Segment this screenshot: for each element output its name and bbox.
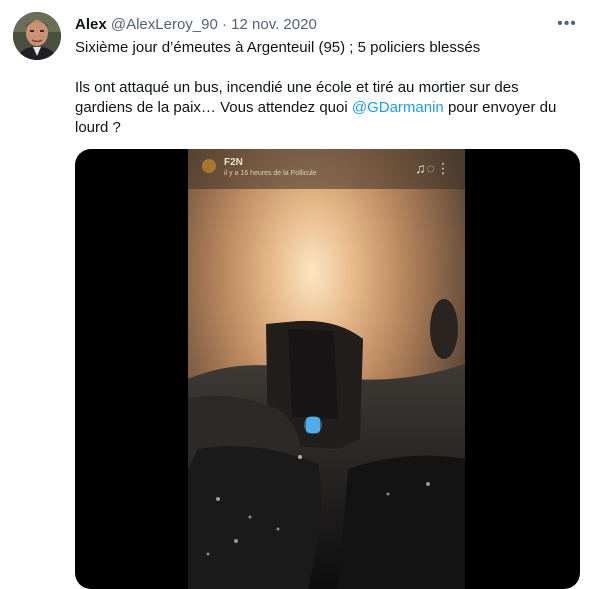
story-overlay: F2N il y a 16 heures de la Pollicule ♫◌⋮ — [188, 155, 465, 185]
avatar-image — [13, 12, 61, 60]
video-media[interactable]: F2N il y a 16 heures de la Pollicule ♫◌⋮ — [75, 149, 580, 589]
separator-dot: · — [222, 16, 227, 33]
tweet-text: Sixième jour d’émeutes à Argenteuil (95)… — [75, 38, 575, 138]
more-options-icon[interactable]: ••• — [556, 14, 578, 34]
mention-link[interactable]: @GDarmanin — [352, 99, 444, 116]
avatar[interactable] — [13, 12, 61, 60]
story-subtitle: il y a 16 heures de la Pollicule — [224, 170, 317, 177]
tweet-text-line-1: Sixième jour d’émeutes à Argenteuil (95)… — [75, 39, 481, 56]
tweet-header: Alex @AlexLeroy_90 · 12 nov. 2020 — [75, 15, 317, 35]
display-name[interactable]: Alex — [75, 16, 107, 33]
story-avatar-icon — [202, 159, 216, 173]
tweet-text-paragraph-2: Ils ont attaqué un bus, incendié une éco… — [75, 78, 575, 138]
tweet[interactable]: Alex @AlexLeroy_90 · 12 nov. 2020 ••• Si… — [0, 0, 590, 589]
tweet-date[interactable]: 12 nov. 2020 — [231, 16, 317, 33]
video-thumbnail — [188, 149, 465, 589]
story-username: F2N — [224, 157, 243, 168]
user-handle[interactable]: @AlexLeroy_90 — [111, 16, 218, 33]
story-controls-icon: ♫◌⋮ — [415, 160, 451, 176]
video-frame[interactable]: F2N il y a 16 heures de la Pollicule ♫◌⋮ — [188, 149, 465, 589]
